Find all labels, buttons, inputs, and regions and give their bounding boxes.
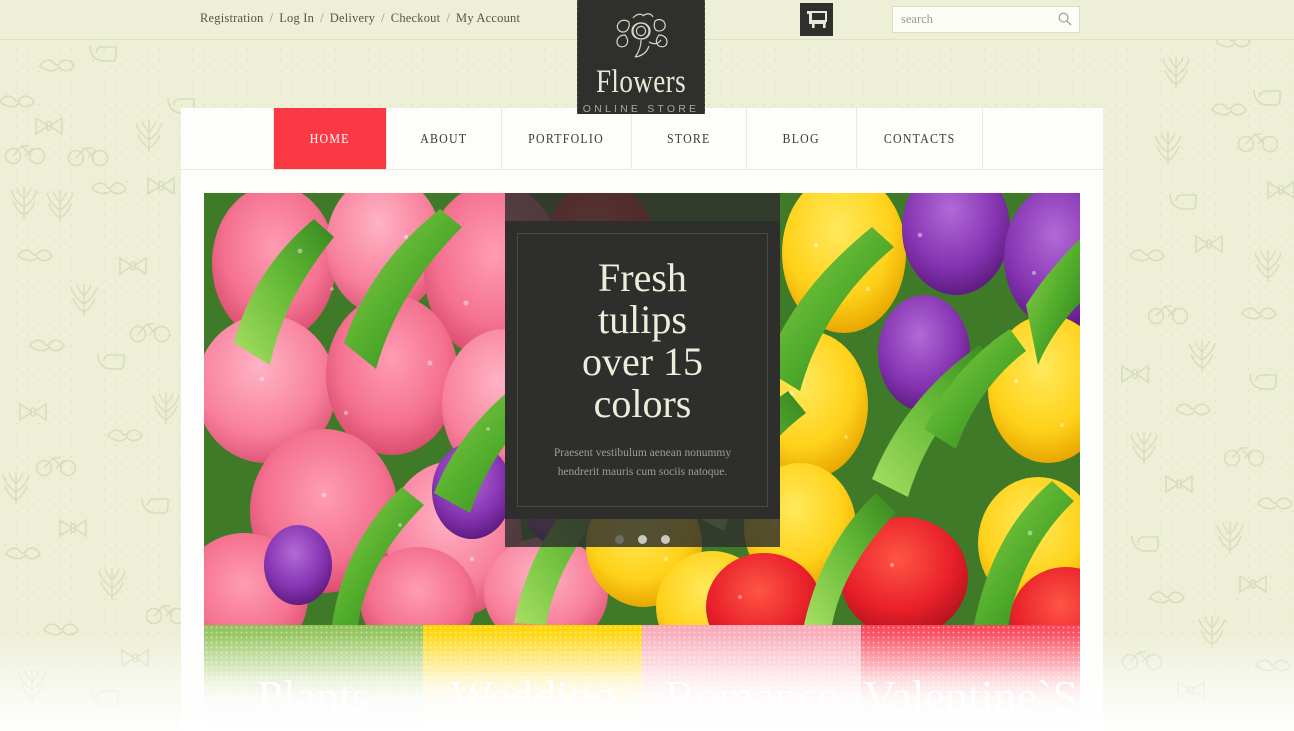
nav-spacer-right	[983, 108, 1103, 169]
tile-fade	[423, 625, 642, 731]
nav-spacer-left	[181, 108, 274, 169]
separator-1: /	[269, 11, 274, 25]
tile-fade	[642, 625, 861, 731]
separator-3: /	[381, 11, 385, 25]
rose-bouquet-icon	[616, 13, 668, 58]
hero-title-line-3: over 15	[581, 339, 704, 384]
logo-subtitle: ONLINE STORE	[582, 103, 700, 115]
hero-description: Praesent vestibulum aenean nonummy hendr…	[518, 444, 767, 482]
search-input[interactable]	[901, 7, 1051, 32]
category-tile-romance[interactable]: Romance	[642, 625, 861, 731]
main-navigation: HOME ABOUT PORTFOLIO STORE BLOG CONTACTS	[181, 108, 1103, 170]
hero-caption-inner: Fresh tulips over 15 colors Praesent ves…	[517, 233, 768, 507]
hero-title-line-2: tulips	[598, 297, 687, 342]
hero-dot-3[interactable]	[661, 535, 670, 544]
nav-item-store[interactable]: STORE	[632, 108, 747, 169]
content-container: HOME ABOUT PORTFOLIO STORE BLOG CONTACTS	[181, 108, 1103, 731]
hero-slider[interactable]: Fresh tulips over 15 colors Praesent ves…	[204, 193, 1080, 625]
category-tile-plants[interactable]: Plants	[204, 625, 423, 731]
hero-dot-1[interactable]	[615, 535, 624, 544]
hero-dot-2[interactable]	[638, 535, 647, 544]
utility-links: Registration / Log In / Delivery / Checkout / My…	[200, 11, 520, 26]
tile-fade	[204, 625, 423, 731]
link-delivery[interactable]: Delivery	[330, 11, 375, 25]
link-registration[interactable]: Registration	[200, 11, 264, 25]
nav-item-blog[interactable]: BLOG	[747, 108, 857, 169]
nav-item-home[interactable]: HOME	[274, 108, 387, 169]
link-login[interactable]: Log In	[279, 11, 314, 25]
hero-caption: Fresh tulips over 15 colors Praesent ves…	[505, 221, 780, 519]
hero-title-line-4: colors	[593, 381, 692, 426]
tile-fade	[861, 625, 1080, 731]
nav-label-contacts: CONTACTS	[883, 130, 956, 146]
hero-title-line-1: Fresh	[598, 255, 687, 300]
hero-slider-dots	[505, 531, 780, 549]
nav-label-portfolio: PORTFOLIO	[528, 130, 605, 146]
nav-item-about[interactable]: ABOUT	[387, 108, 502, 169]
site-logo[interactable]: Flowers ONLINE STORE	[577, 0, 705, 115]
magnifier-icon[interactable]	[1058, 12, 1072, 26]
cart-button[interactable]	[800, 3, 833, 36]
hero-title: Fresh tulips over 15 colors	[518, 257, 767, 425]
nav-item-contacts[interactable]: CONTACTS	[857, 108, 983, 169]
separator-4: /	[446, 11, 450, 25]
link-my-account[interactable]: My Account	[456, 11, 520, 25]
search-box[interactable]	[892, 6, 1080, 33]
category-tiles: Plants Wedding Romance Valentine`S	[204, 625, 1080, 731]
category-tile-wedding[interactable]: Wedding	[423, 625, 642, 731]
nav-label-store: STORE	[667, 130, 711, 146]
nav-label-home: HOME	[310, 130, 350, 146]
nav-label-blog: BLOG	[782, 130, 821, 146]
shopping-cart-icon	[807, 11, 827, 28]
link-checkout[interactable]: Checkout	[391, 11, 441, 25]
logo-name: Flowers	[595, 64, 687, 100]
category-tile-valentine[interactable]: Valentine`S	[861, 625, 1080, 731]
separator-2: /	[320, 11, 324, 25]
nav-label-about: ABOUT	[420, 130, 468, 146]
nav-item-portfolio[interactable]: PORTFOLIO	[502, 108, 632, 169]
hero-description-line-1: Praesent vestibulum aenean nonummy	[553, 447, 732, 459]
hero-description-line-2: hendrerit mauris cum sociis natoque.	[557, 466, 728, 478]
